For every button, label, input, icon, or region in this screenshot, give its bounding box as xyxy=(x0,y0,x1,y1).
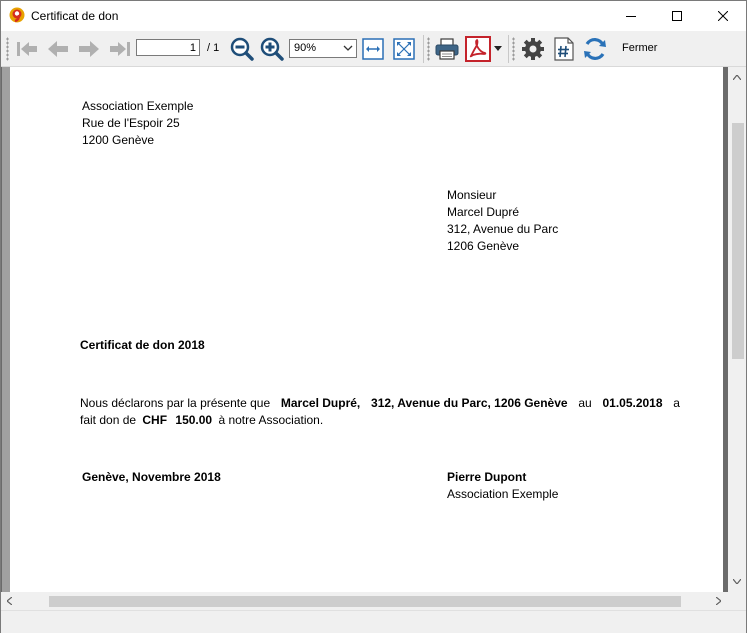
toolbar-separator xyxy=(508,35,509,63)
recipient-line: 312, Avenue du Parc xyxy=(447,222,559,236)
recipient-line: 1206 Genève xyxy=(447,239,520,253)
preview-area: Association Exemple Rue de l'Espoir 25 1… xyxy=(1,67,746,592)
toolbar-grip[interactable] xyxy=(6,37,9,61)
arrow-left-icon xyxy=(48,41,68,57)
export-pdf-button[interactable] xyxy=(464,35,492,63)
first-page-icon xyxy=(17,42,37,56)
recipient-address: Monsieur Marcel Dupré 312, Avenue du Par… xyxy=(447,187,558,255)
scroll-down-icon[interactable] xyxy=(733,579,741,584)
refresh-button[interactable] xyxy=(581,35,609,63)
page-numbering-button[interactable] xyxy=(551,35,577,63)
zoom-out-button[interactable] xyxy=(229,35,255,63)
app-window: Certificat de don Fermer 1 / 1 90% Assoc… xyxy=(0,0,747,633)
zoom-in-button[interactable] xyxy=(259,35,285,63)
gear-icon xyxy=(522,38,544,60)
zoom-in-icon xyxy=(260,37,284,61)
toolbar: Fermer xyxy=(1,31,746,67)
close-button[interactable]: Fermer xyxy=(622,42,657,54)
next-page-button[interactable] xyxy=(76,35,102,63)
previous-page-button[interactable] xyxy=(45,35,71,63)
scroll-right-icon[interactable] xyxy=(716,597,721,605)
signatory-organization: Association Exemple xyxy=(447,487,559,501)
scroll-up-icon[interactable] xyxy=(733,75,741,80)
last-page-button[interactable] xyxy=(107,35,133,63)
close-window-button[interactable] xyxy=(700,1,746,31)
donation-amount: 150.00 xyxy=(175,413,213,427)
page-shadow-left xyxy=(1,67,10,592)
minimize-icon xyxy=(626,16,636,17)
body-text: Nous déclarons par la présente que xyxy=(80,396,271,410)
last-page-icon xyxy=(110,42,130,56)
page-total-label: / 1 xyxy=(207,42,220,54)
certificate-body: Nous déclarons par la présente que Marce… xyxy=(80,395,680,429)
page-number-input[interactable] xyxy=(136,39,200,56)
body-text: a xyxy=(673,396,680,410)
recipient-line: Monsieur xyxy=(447,188,497,202)
fit-page-icon xyxy=(393,38,415,60)
certificate-heading: Certificat de don 2018 xyxy=(80,338,205,352)
page-number-icon xyxy=(554,37,574,61)
settings-button[interactable] xyxy=(519,35,547,63)
app-logo-icon xyxy=(9,7,25,23)
horizontal-scroll-thumb[interactable] xyxy=(49,596,681,607)
title-bar: Certificat de don xyxy=(1,1,746,31)
close-icon xyxy=(718,11,728,21)
toolbar-separator xyxy=(423,35,424,63)
fit-width-icon xyxy=(362,38,384,60)
recipient-line: Marcel Dupré xyxy=(447,205,520,219)
body-line-2: fait don de CHF 150.00 à notre Associati… xyxy=(80,412,680,429)
sender-line: 1200 Genève xyxy=(82,133,155,147)
toolbar-grip[interactable] xyxy=(427,37,430,61)
fit-width-button[interactable] xyxy=(361,35,385,63)
body-text: au xyxy=(578,396,592,410)
scroll-left-icon[interactable] xyxy=(7,597,12,605)
sender-line: Association Exemple xyxy=(82,99,194,113)
minimize-button[interactable] xyxy=(608,1,654,31)
donation-date: 01.05.2018 xyxy=(602,396,663,410)
signature-block: Pierre Dupont Association Exemple xyxy=(447,469,558,503)
sender-address: Association Exemple Rue de l'Espoir 25 1… xyxy=(82,98,193,149)
donor-address: 312, Avenue du Parc, 1206 Genève xyxy=(371,396,568,410)
status-bar xyxy=(1,610,746,633)
body-text: à notre Association. xyxy=(218,413,324,427)
export-dropdown-button[interactable] xyxy=(492,35,504,63)
print-button[interactable] xyxy=(433,35,461,63)
body-line-1: Nous déclarons par la présente que Marce… xyxy=(80,395,680,412)
printer-icon xyxy=(435,38,459,60)
maximize-button[interactable] xyxy=(654,1,700,31)
maximize-icon xyxy=(672,11,682,21)
fit-page-button[interactable] xyxy=(392,35,416,63)
chevron-down-icon xyxy=(343,45,353,51)
sender-line: Rue de l'Espoir 25 xyxy=(82,116,180,130)
place-date: Genève, Novembre 2018 xyxy=(82,470,221,484)
donor-name: Marcel Dupré, xyxy=(280,396,361,410)
zoom-out-icon xyxy=(230,37,254,61)
refresh-icon xyxy=(584,38,606,60)
zoom-select[interactable]: 90% xyxy=(289,39,357,58)
zoom-value: 90% xyxy=(294,42,317,54)
signatory-name: Pierre Dupont xyxy=(447,470,527,484)
pdf-icon xyxy=(465,36,491,62)
caret-down-icon xyxy=(494,46,502,51)
body-text: fait don de xyxy=(80,413,137,427)
first-page-button[interactable] xyxy=(14,35,40,63)
arrow-right-icon xyxy=(79,41,99,57)
donation-currency: CHF xyxy=(142,413,168,427)
window-title: Certificat de don xyxy=(31,9,119,23)
vertical-scroll-thumb[interactable] xyxy=(732,123,744,359)
toolbar-grip[interactable] xyxy=(512,37,515,61)
